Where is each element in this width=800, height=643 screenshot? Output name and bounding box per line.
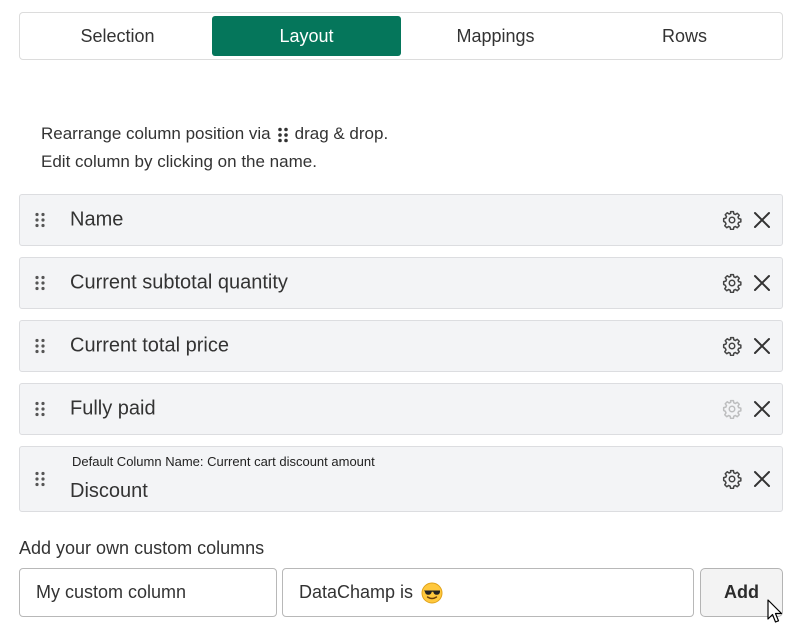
gear-icon[interactable] bbox=[722, 336, 742, 356]
instruction-line-2: Edit column by clicking on the name. bbox=[41, 152, 317, 171]
instruction-text-after: drag & drop. bbox=[294, 124, 389, 143]
column-name[interactable]: Current total price bbox=[70, 335, 229, 358]
column-row[interactable]: Current subtotal quantity bbox=[19, 257, 783, 309]
column-default-name: Default Column Name: Current cart discou… bbox=[72, 454, 375, 469]
close-icon[interactable] bbox=[753, 211, 771, 229]
tab-bar: Selection Layout Mappings Rows bbox=[19, 12, 783, 60]
layout-instructions: Rearrange column position via drag & drop… bbox=[41, 120, 388, 176]
close-icon[interactable] bbox=[753, 274, 771, 292]
drag-handle-icon[interactable] bbox=[34, 275, 46, 291]
custom-columns-label: Add your own custom columns bbox=[19, 538, 265, 558]
gear-icon[interactable] bbox=[722, 273, 742, 293]
close-icon[interactable] bbox=[753, 470, 771, 488]
gear-icon bbox=[722, 399, 742, 419]
tab-rows[interactable]: Rows bbox=[590, 16, 779, 56]
column-row[interactable]: Default Column Name: Current cart discou… bbox=[19, 446, 783, 512]
instruction-text-before: Rearrange column position via bbox=[41, 124, 271, 143]
custom-column-value-input[interactable]: DataChamp is bbox=[282, 568, 694, 617]
sunglasses-emoji-icon bbox=[421, 582, 443, 603]
add-button[interactable]: Add bbox=[700, 568, 783, 617]
tab-mappings[interactable]: Mappings bbox=[401, 16, 590, 56]
column-list: Name Current subtotal quantity Current t… bbox=[19, 194, 783, 523]
tab-selection[interactable]: Selection bbox=[23, 16, 212, 56]
custom-column-name-input[interactable] bbox=[19, 568, 277, 617]
column-name[interactable]: Current subtotal quantity bbox=[70, 272, 288, 295]
custom-column-value-text: DataChamp is bbox=[299, 582, 414, 602]
drag-handle-icon[interactable] bbox=[34, 471, 46, 487]
column-name[interactable]: Fully paid bbox=[70, 398, 156, 421]
gear-icon[interactable] bbox=[722, 469, 742, 489]
column-name[interactable]: Name bbox=[70, 209, 123, 232]
instruction-line-1: Rearrange column position via drag & drop… bbox=[41, 120, 388, 148]
close-icon[interactable] bbox=[753, 400, 771, 418]
gear-icon[interactable] bbox=[722, 210, 742, 230]
column-row[interactable]: Current total price bbox=[19, 320, 783, 372]
drag-handle-icon[interactable] bbox=[34, 401, 46, 417]
close-icon[interactable] bbox=[753, 337, 771, 355]
drag-handle-icon bbox=[277, 127, 288, 142]
drag-handle-icon[interactable] bbox=[34, 212, 46, 228]
column-name[interactable]: Discount bbox=[70, 480, 148, 503]
tab-layout[interactable]: Layout bbox=[212, 16, 401, 56]
column-row[interactable]: Name bbox=[19, 194, 783, 246]
column-row[interactable]: Fully paid bbox=[19, 383, 783, 435]
drag-handle-icon[interactable] bbox=[34, 338, 46, 354]
